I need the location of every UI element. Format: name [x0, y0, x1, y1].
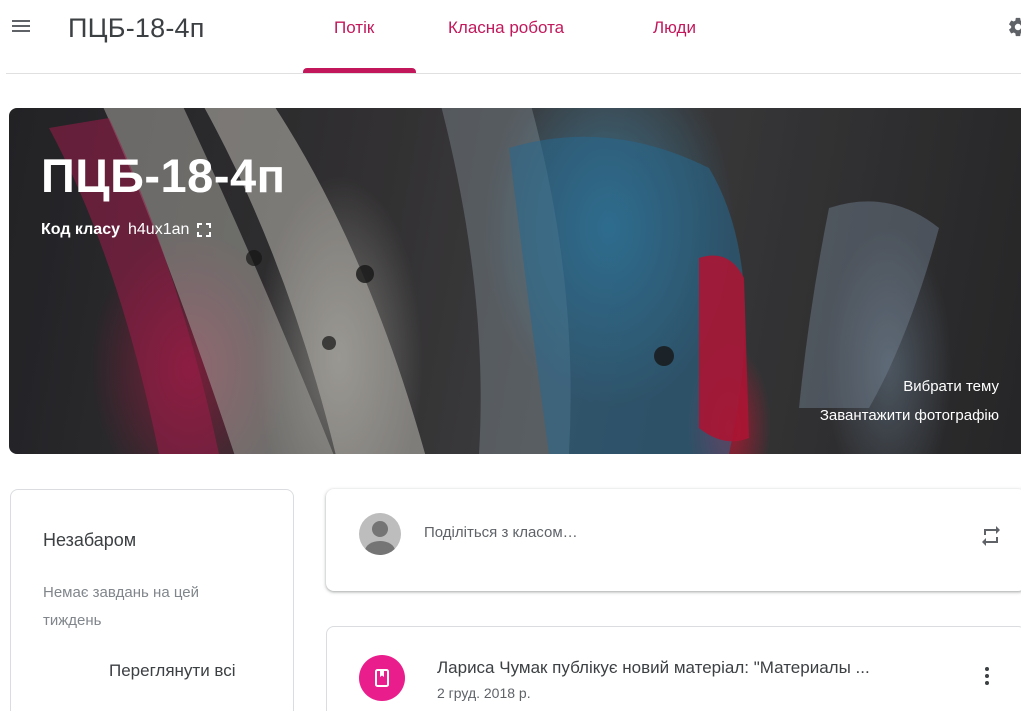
- tab-stream[interactable]: Потік: [334, 18, 374, 38]
- repost-icon[interactable]: [979, 524, 1003, 548]
- banner-class-title: ПЦБ-18-4п: [41, 149, 286, 202]
- class-banner: ПЦБ-18-4п Код класу h4ux1an Вибрати тему…: [9, 108, 1021, 454]
- post-date: 2 груд. 2018 р.: [437, 685, 531, 701]
- tab-people[interactable]: Люди: [653, 18, 696, 38]
- tab-classwork[interactable]: Класна робота: [448, 18, 564, 38]
- gear-icon[interactable]: [1007, 16, 1021, 38]
- upcoming-empty-text: Немає завдань на цей тиждень: [43, 584, 199, 629]
- fullscreen-icon[interactable]: [197, 223, 212, 237]
- upcoming-title: Незабаром: [43, 530, 137, 550]
- post-title[interactable]: Лариса Чумак публікує новий матеріал: "М…: [437, 658, 957, 678]
- class-code-row: Код класу h4ux1an: [41, 221, 212, 239]
- class-name-title[interactable]: ПЦБ-18-4п: [68, 13, 205, 44]
- book-icon: [359, 655, 405, 701]
- class-code-label: Код класу: [41, 221, 120, 238]
- user-avatar-icon: [359, 513, 401, 555]
- class-code-value: h4ux1an: [128, 221, 190, 238]
- stream-post-card[interactable]: Лариса Чумак публікує новий матеріал: "М…: [326, 626, 1021, 711]
- top-bar-divider: [6, 73, 1021, 74]
- select-theme-link[interactable]: Вибрати тему: [903, 378, 999, 395]
- upload-photo-link[interactable]: Завантажити фотографію: [820, 407, 999, 424]
- upcoming-card: Незабаром Немає завдань на цей тиждень П…: [10, 489, 294, 711]
- hamburger-menu-icon[interactable]: [10, 17, 32, 37]
- view-all-button[interactable]: Переглянути всі: [109, 661, 236, 681]
- share-input[interactable]: Поділіться з класом…: [424, 524, 578, 541]
- more-vert-icon[interactable]: [982, 667, 992, 691]
- top-bar: ПЦБ-18-4п Потік Класна робота Люди: [0, 0, 1021, 74]
- share-with-class-card[interactable]: Поділіться з класом…: [326, 489, 1021, 591]
